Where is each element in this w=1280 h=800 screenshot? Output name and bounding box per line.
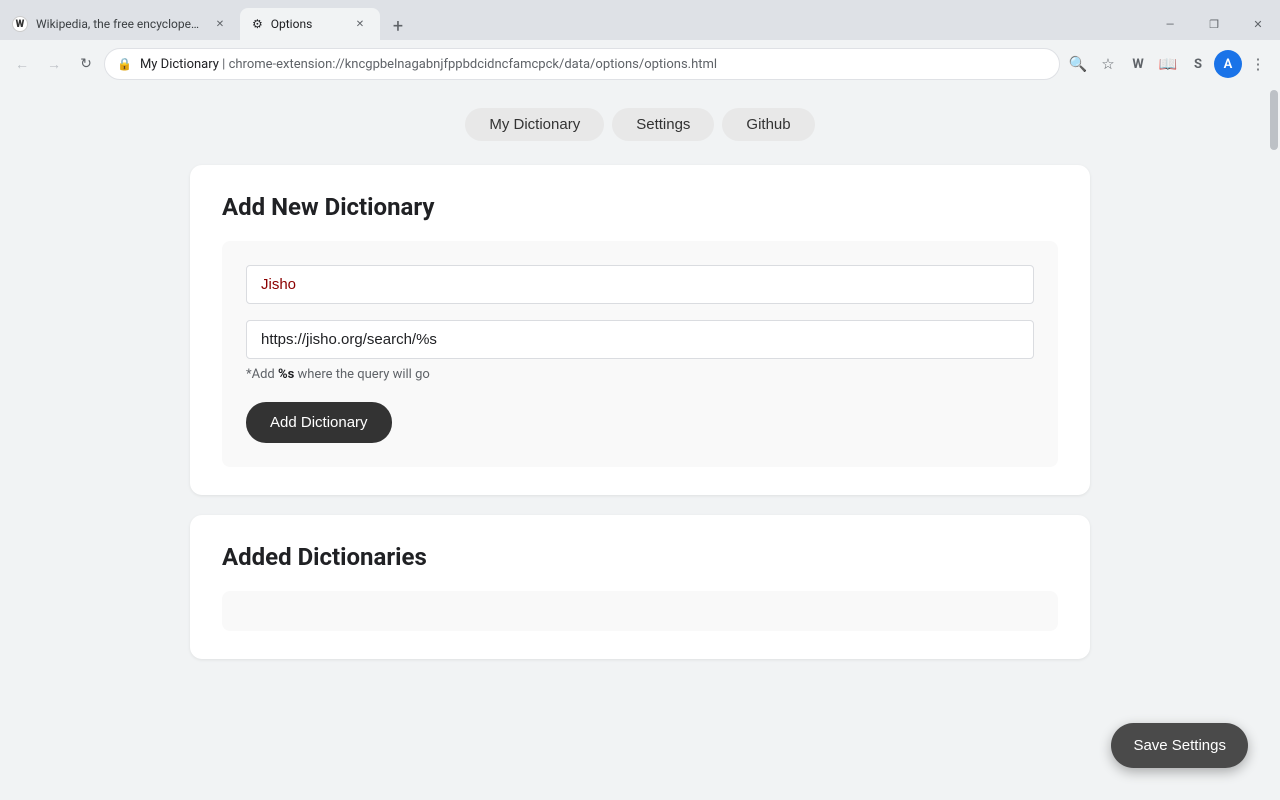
tab-options-title: Options (271, 17, 344, 31)
address-path: chrome-extension://kncgpbelnagabnjfppbdc… (229, 57, 717, 72)
tab-options[interactable]: ⚙ Options ✕ (240, 8, 380, 40)
added-dictionaries-card: Added Dictionaries (190, 515, 1090, 659)
extension-reader-button[interactable]: 📖 (1154, 50, 1182, 78)
extension-w-button[interactable]: W (1124, 50, 1152, 78)
bookmark-star-button[interactable]: ☆ (1094, 50, 1122, 78)
nav-tabs: My Dictionary Settings Github (20, 108, 1260, 141)
tab-settings[interactable]: Settings (612, 108, 714, 141)
lock-icon: 🔒 (117, 57, 132, 71)
bookmarks-search-button[interactable]: 🔍 (1064, 50, 1092, 78)
address-bar[interactable]: 🔒 My Dictionary | chrome-extension://knc… (104, 48, 1060, 80)
reload-button[interactable]: ↻ (72, 50, 100, 78)
window-controls: — ❐ ✕ (1148, 8, 1280, 40)
back-button[interactable]: ← (8, 50, 36, 78)
options-favicon: ⚙ (252, 17, 263, 31)
url-hint: *Add %s where the query will go (246, 367, 1034, 382)
tab-my-dictionary[interactable]: My Dictionary (465, 108, 604, 141)
dictionary-name-input[interactable] (246, 265, 1034, 304)
new-tab-button[interactable]: + (384, 12, 412, 40)
menu-button[interactable]: ⋮ (1244, 50, 1272, 78)
added-dictionaries-title: Added Dictionaries (222, 543, 1058, 571)
address-bar-row: ← → ↻ 🔒 My Dictionary | chrome-extension… (0, 40, 1280, 88)
dictionary-url-input[interactable] (246, 320, 1034, 359)
add-dictionary-card: Add New Dictionary *Add %s where the que… (190, 165, 1090, 495)
page-content: My Dictionary Settings Github Add New Di… (0, 88, 1280, 800)
profile-button[interactable]: A (1214, 50, 1242, 78)
maximize-button[interactable]: ❐ (1192, 8, 1236, 40)
address-domain: My Dictionary (140, 57, 219, 72)
add-dictionary-form: *Add %s where the query will go Add Dict… (222, 241, 1058, 467)
address-text: My Dictionary | chrome-extension://kncgp… (140, 57, 1047, 72)
forward-button[interactable]: → (40, 50, 68, 78)
tab-github[interactable]: Github (722, 108, 814, 141)
tab-wikipedia-close[interactable]: ✕ (212, 16, 228, 32)
tab-wikipedia[interactable]: W Wikipedia, the free encyclopedia ✕ (0, 8, 240, 40)
tab-wikipedia-title: Wikipedia, the free encyclopedia (36, 17, 204, 31)
browser-frame: W Wikipedia, the free encyclopedia ✕ ⚙ O… (0, 0, 1280, 88)
extension-s-button[interactable]: S (1184, 50, 1212, 78)
save-settings-button[interactable]: Save Settings (1111, 723, 1248, 768)
tab-bar: W Wikipedia, the free encyclopedia ✕ ⚙ O… (0, 0, 1280, 40)
add-dictionary-button[interactable]: Add Dictionary (246, 402, 392, 443)
dictionaries-list (222, 591, 1058, 631)
tab-options-close[interactable]: ✕ (352, 16, 368, 32)
url-hint-bold: %s (278, 367, 294, 382)
minimize-button[interactable]: — (1148, 8, 1192, 40)
toolbar-icons: 🔍 ☆ W 📖 S A ⋮ (1064, 50, 1272, 78)
wikipedia-favicon: W (12, 16, 28, 32)
close-window-button[interactable]: ✕ (1236, 8, 1280, 40)
add-dictionary-title: Add New Dictionary (222, 193, 1058, 221)
